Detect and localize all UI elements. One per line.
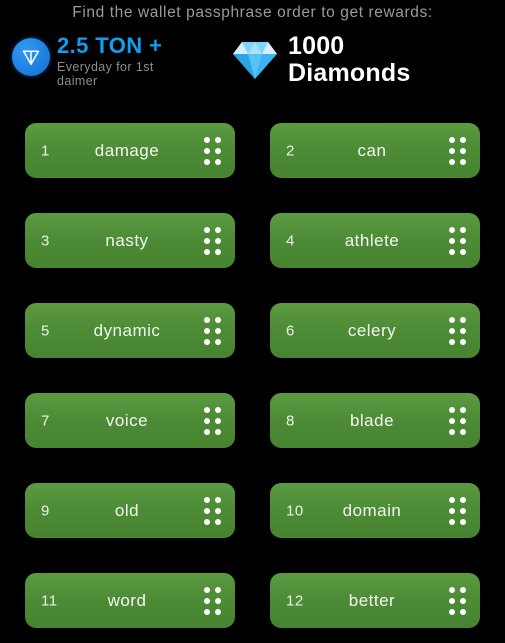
ton-amount: 2.5 TON + (57, 33, 163, 58)
word-card-index: 6 (286, 322, 295, 339)
word-card[interactable]: 5 dynamic (25, 303, 235, 358)
word-card[interactable]: 1 damage (25, 123, 235, 178)
word-card-index: 3 (41, 232, 50, 249)
word-card-index: 4 (286, 232, 295, 249)
drag-handle-dots-icon[interactable] (204, 136, 221, 165)
rewards-row: 2.5 TON + Everyday for 1st daimer 1000 D… (0, 33, 505, 99)
passphrase-order-screen: Find the wallet passphrase order to get … (0, 0, 505, 643)
word-card[interactable]: 11 word (25, 573, 235, 628)
word-card[interactable]: 7 voice (25, 393, 235, 448)
word-card-index: 5 (41, 322, 50, 339)
ton-logo-icon (12, 38, 50, 76)
drag-handle-dots-icon[interactable] (449, 136, 466, 165)
ton-reward-text: 2.5 TON + Everyday for 1st daimer (57, 33, 175, 89)
ton-note: Everyday for 1st daimer (57, 60, 154, 88)
word-card[interactable]: 8 blade (270, 393, 480, 448)
word-card[interactable]: 6 celery (270, 303, 480, 358)
word-card-index: 9 (41, 502, 50, 519)
drag-handle-dots-icon[interactable] (449, 496, 466, 525)
page-title: Find the wallet passphrase order to get … (72, 4, 433, 21)
passphrase-word-grid: 1 damage 2 can 3 nasty 4 athlete 5 dynamic 6 celery… (25, 123, 480, 628)
diamonds-label: Diamonds (288, 58, 411, 87)
word-card[interactable]: 3 nasty (25, 213, 235, 268)
word-card-index: 11 (41, 592, 58, 609)
drag-handle-dots-icon[interactable] (204, 496, 221, 525)
drag-handle-dots-icon[interactable] (204, 406, 221, 435)
word-card-index: 2 (286, 142, 295, 159)
word-card-index: 12 (286, 592, 304, 609)
word-card-index: 8 (286, 412, 295, 429)
diamonds-count: 1000 (288, 32, 345, 60)
drag-handle-dots-icon[interactable] (449, 316, 466, 345)
word-card[interactable]: 12 better (270, 573, 480, 628)
reward-ton: 2.5 TON + Everyday for 1st daimer (12, 35, 175, 88)
drag-handle-dots-icon[interactable] (449, 586, 466, 615)
drag-handle-dots-icon[interactable] (449, 226, 466, 255)
word-card[interactable]: 10 domain (270, 483, 480, 538)
drag-handle-dots-icon[interactable] (204, 316, 221, 345)
word-card[interactable]: 4 athlete (270, 213, 480, 268)
diamonds-reward-text: 1000 Diamonds (288, 33, 410, 86)
word-card-index: 7 (41, 412, 50, 429)
word-card[interactable]: 9 old (25, 483, 235, 538)
drag-handle-dots-icon[interactable] (204, 586, 221, 615)
word-card-index: 10 (286, 502, 304, 519)
diamond-gem-icon (232, 38, 278, 87)
reward-diamonds: 1000 Diamonds (232, 33, 410, 87)
word-card[interactable]: 2 can (270, 123, 480, 178)
word-card-index: 1 (41, 142, 50, 159)
drag-handle-dots-icon[interactable] (204, 226, 221, 255)
drag-handle-dots-icon[interactable] (449, 406, 466, 435)
